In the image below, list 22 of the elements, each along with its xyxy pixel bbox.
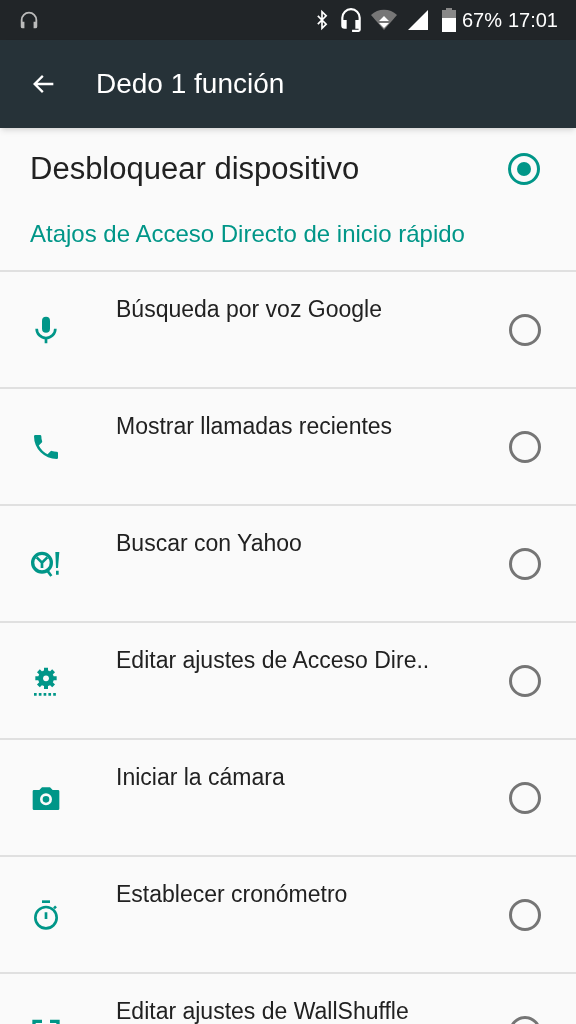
shortcut-option[interactable]: Establecer cronómetro xyxy=(0,855,576,972)
clock-time: 17:01 xyxy=(507,8,558,33)
radio-button[interactable] xyxy=(509,781,541,814)
radio-button[interactable] xyxy=(509,430,541,463)
headphones-icon xyxy=(18,9,40,31)
shortcut-option[interactable]: Editar ajustes de Acceso Dire.. xyxy=(0,621,576,738)
shortcut-option[interactable]: Iniciar la cámara xyxy=(0,738,576,855)
unlock-device-option[interactable]: Desbloquear dispositivo xyxy=(0,128,576,210)
battery-icon xyxy=(441,8,456,32)
wifi-icon xyxy=(369,8,398,32)
shortcut-option[interactable]: Buscar con Yahoo xyxy=(0,504,576,621)
radio-button[interactable] xyxy=(509,664,541,697)
shortcut-option[interactable]: Búsqueda por voz Google xyxy=(0,270,576,387)
shortcut-option[interactable]: Mostrar llamadas recientes xyxy=(0,387,576,504)
battery-percentage: 67% xyxy=(461,8,502,33)
radio-button[interactable] xyxy=(508,153,540,185)
radio-button[interactable] xyxy=(509,898,541,931)
screen-title: Dedo 1 función xyxy=(96,67,285,101)
radio-button[interactable] xyxy=(509,547,541,580)
radio-button[interactable] xyxy=(509,313,541,346)
shortcut-option[interactable]: Editar ajustes de WallShuffle xyxy=(0,972,576,1024)
section-header: Atajos de Acceso Directo de inicio rápido xyxy=(30,220,465,247)
